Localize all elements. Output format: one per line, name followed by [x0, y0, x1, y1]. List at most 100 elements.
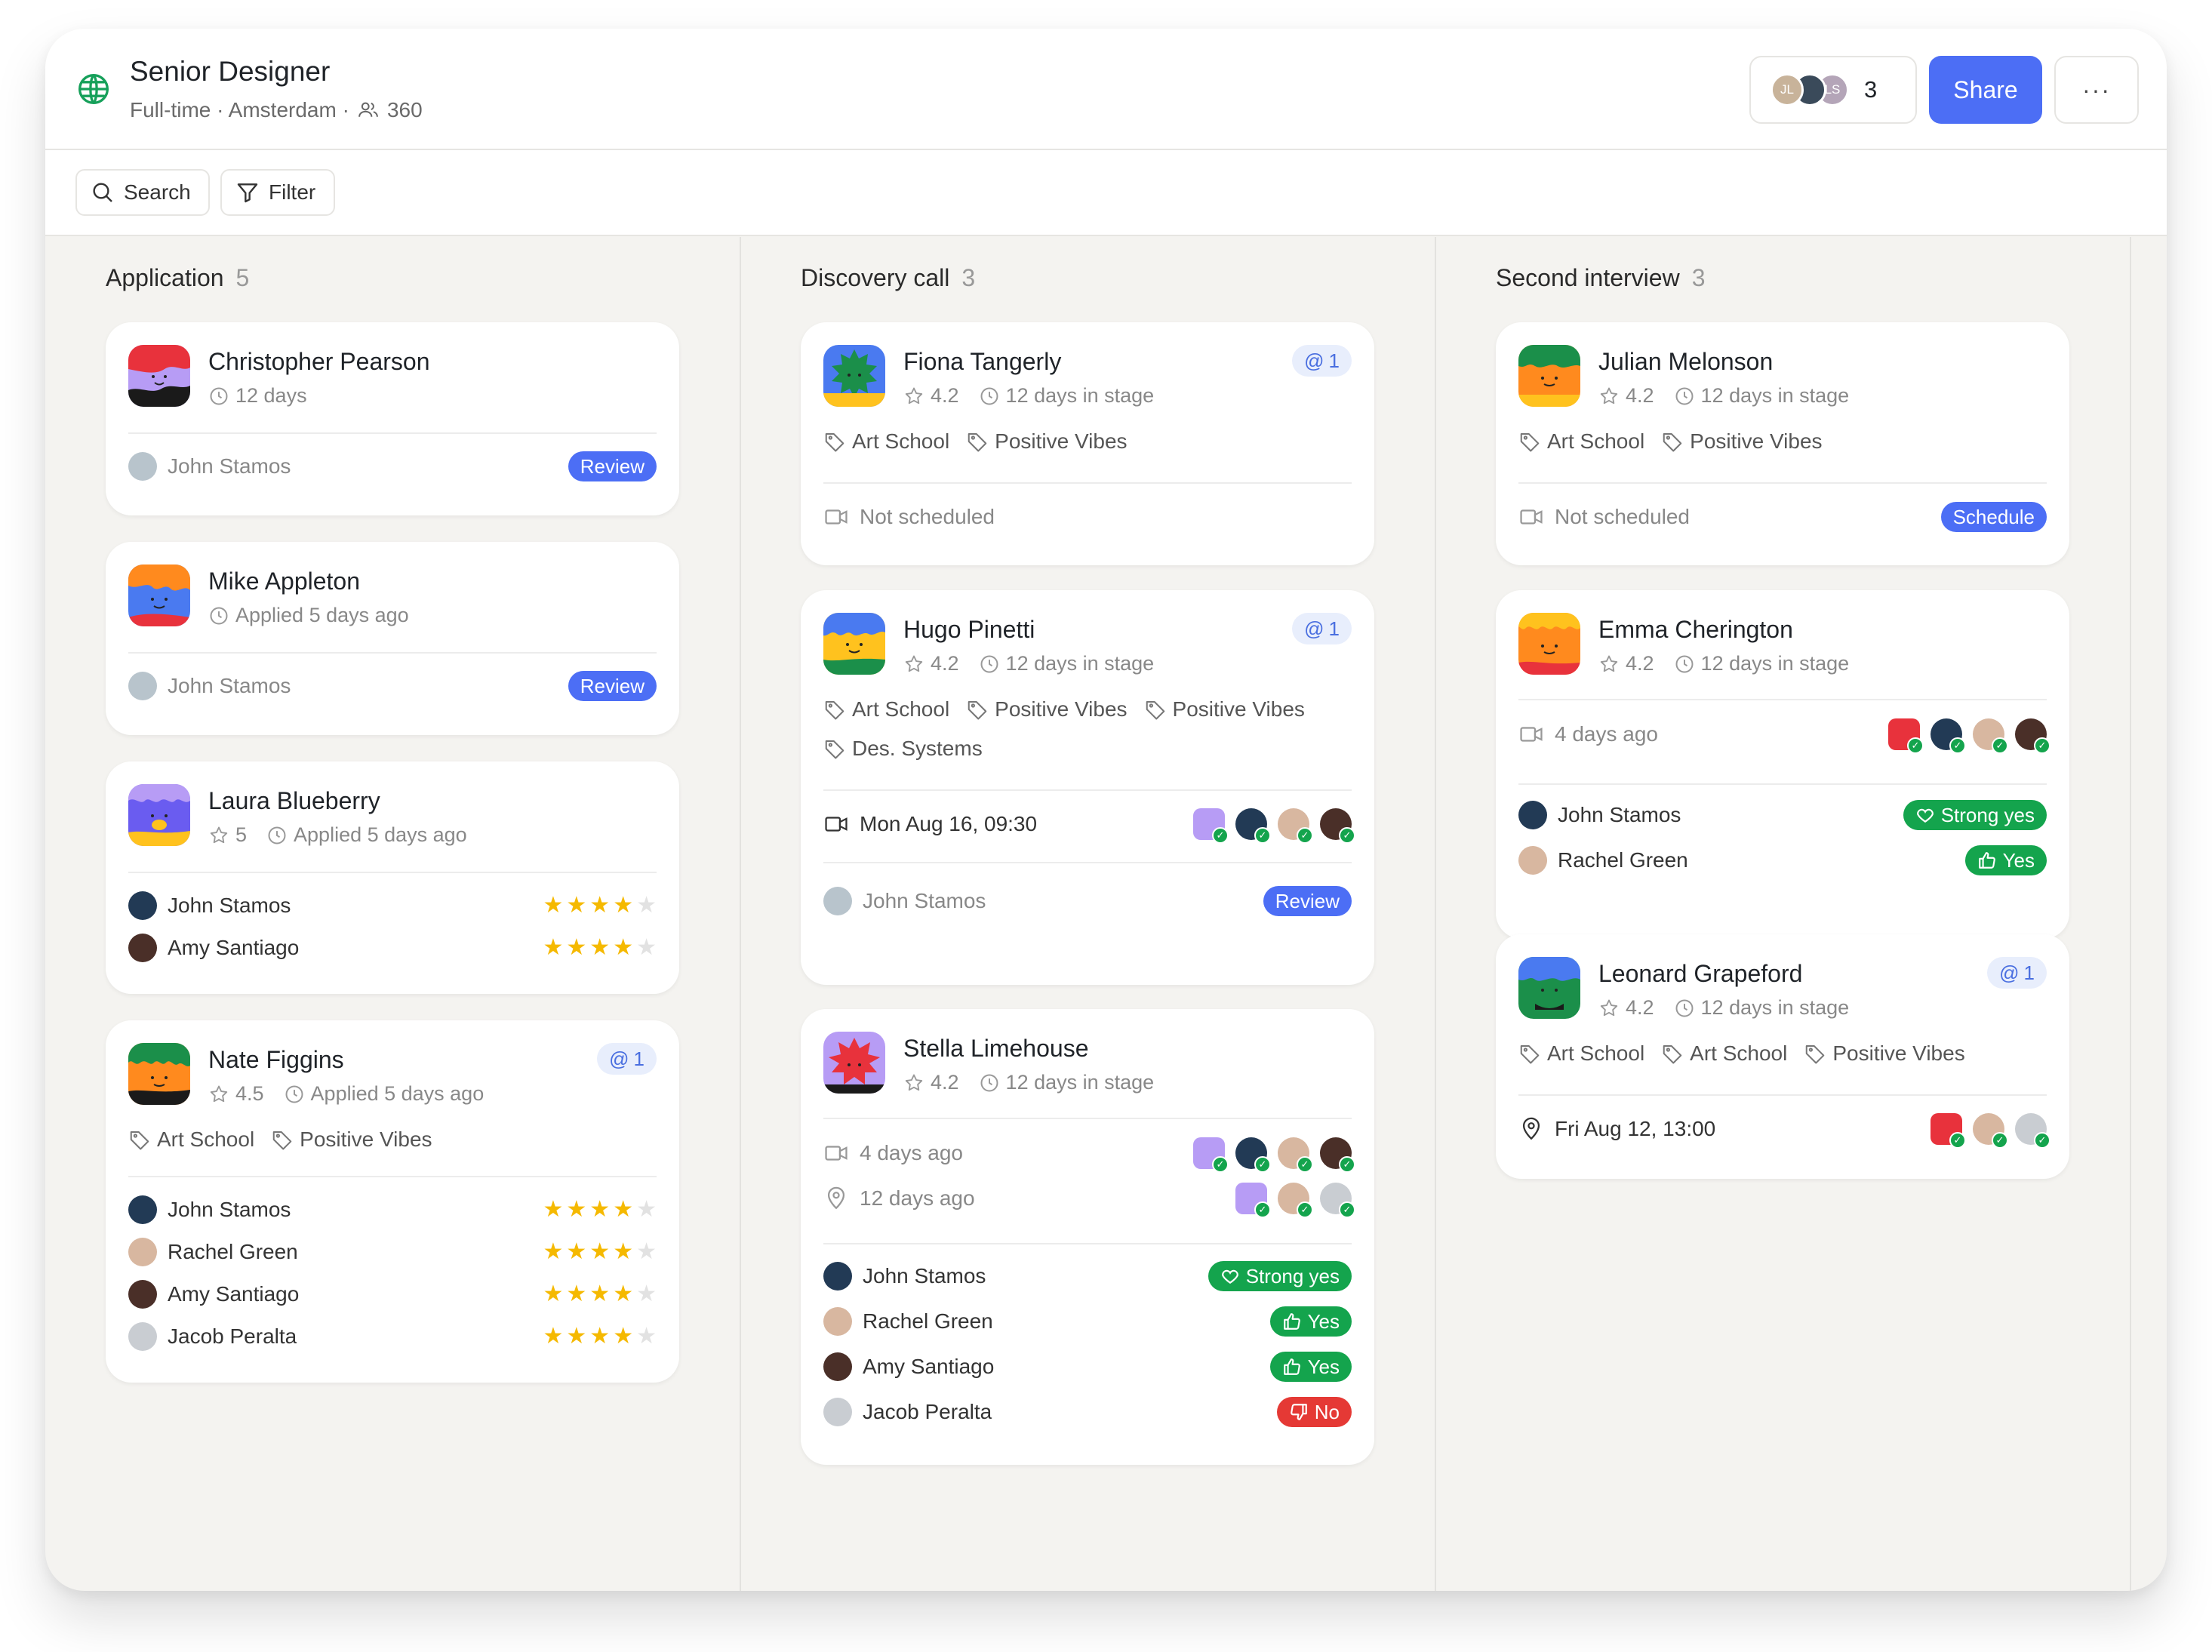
candidate-card[interactable]: Stella Limehouse 4.2 12 days in stage 4 d…	[801, 1009, 1374, 1465]
tag[interactable]: Art School	[1661, 1041, 1787, 1066]
rating: 5	[235, 823, 248, 846]
rating: 4.2	[931, 1071, 959, 1094]
candidate-card[interactable]: Leonard Grapeford @1 4.2 12 days in stage…	[1496, 934, 2069, 1179]
candidate-name[interactable]: Fiona Tangerly	[903, 348, 1061, 376]
candidate-card[interactable]: Christopher Pearson 12 days John Stamos …	[106, 322, 679, 515]
review-row: John Stamos ★ ★ ★ ★ ★	[128, 887, 657, 924]
yes-badge[interactable]: Yes	[1964, 845, 2047, 875]
candidate-name[interactable]: Leonard Grapeford	[1598, 960, 1802, 988]
no-badge[interactable]: No	[1276, 1397, 1352, 1427]
tag[interactable]: Positive Vibes	[271, 1127, 432, 1152]
candidate-card[interactable]: Emma Cherington 4.2 12 days in stage 4 da…	[1496, 590, 2069, 939]
attendee-avatar: ✓	[1931, 718, 1966, 754]
divider	[1518, 1094, 2047, 1096]
tag[interactable]: Art School	[823, 697, 949, 721]
rating: 4.2	[1626, 996, 1654, 1019]
star-empty-icon: ★	[636, 893, 657, 918]
candidate-card[interactable]: Laura Blueberry 5 Applied 5 days ago John…	[106, 761, 679, 994]
star-empty-icon: ★	[636, 1324, 657, 1349]
more-options-button[interactable]: ···	[2054, 56, 2139, 124]
mentions-badge[interactable]: @1	[597, 1043, 657, 1075]
event-row: 12 days ago ✓ ✓ ✓	[823, 1180, 1355, 1218]
check-icon: ✓	[1254, 1201, 1271, 1218]
event-row: 4 days ago ✓ ✓ ✓ ✓	[823, 1134, 1355, 1173]
avatar	[823, 1398, 852, 1426]
check-icon: ✓	[1254, 827, 1271, 844]
reviewer-name: John Stamos	[168, 454, 291, 478]
filter-button[interactable]: Filter	[220, 169, 335, 216]
strong-yes-badge[interactable]: Strong yes	[1903, 800, 2047, 830]
tag[interactable]: Des. Systems	[823, 737, 983, 761]
attendee-avatar: ✓	[1235, 1183, 1271, 1218]
star-empty-icon: ★	[636, 935, 657, 960]
candidate-card[interactable]: Hugo Pinetti @1 4.2 12 days in stage Art …	[801, 590, 1374, 985]
tag[interactable]: Positive Vibes	[966, 429, 1128, 454]
vote-row: Jacob Peralta No	[823, 1393, 1352, 1431]
filter-icon	[237, 183, 258, 203]
star-rating: ★ ★ ★ ★ ★	[543, 894, 657, 917]
candidate-card[interactable]: Nate Figgins @1 4.5 Applied 5 days ago Ar…	[106, 1020, 679, 1383]
mentions-badge[interactable]: @1	[1987, 957, 2047, 989]
tag[interactable]: Positive Vibes	[1144, 697, 1305, 721]
check-icon: ✓	[1949, 1132, 1966, 1149]
star-outline-icon	[210, 826, 228, 843]
tag[interactable]: Art School	[823, 429, 949, 454]
clock-icon	[210, 387, 228, 405]
candidate-name[interactable]: Christopher Pearson	[208, 348, 429, 376]
tag-icon	[825, 701, 844, 720]
review-row: Amy Santiago ★ ★ ★ ★ ★	[128, 1275, 657, 1313]
attendee-avatar: ✓	[1278, 1137, 1313, 1173]
candidate-card[interactable]: Julian Melonson 4.2 12 days in stage Art …	[1496, 322, 2069, 565]
share-button[interactable]: Share	[1929, 56, 2042, 124]
tag[interactable]: Art School	[128, 1127, 254, 1152]
divider	[823, 1118, 1352, 1119]
globe-icon	[78, 74, 109, 104]
reviewer-name: Jacob Peralta	[168, 1324, 297, 1348]
check-icon: ✓	[2034, 737, 2050, 754]
candidate-card[interactable]: Fiona Tangerly @1 4.2 12 days in stage Ar…	[801, 322, 1374, 565]
mentions-badge[interactable]: @1	[1292, 613, 1352, 644]
collaborator-count: 3	[1864, 76, 1878, 103]
review-button[interactable]: Review	[568, 671, 657, 701]
star-filled-icon: ★	[543, 1281, 564, 1306]
at-icon: @	[609, 1047, 629, 1070]
vote-row: Rachel Green Yes	[1518, 841, 2047, 879]
tag[interactable]: Art School	[1518, 1041, 1644, 1066]
tag-icon	[1520, 433, 1540, 452]
divider	[128, 432, 657, 434]
schedule-status: Not scheduled	[860, 505, 995, 528]
candidate-name[interactable]: Hugo Pinetti	[903, 616, 1035, 644]
review-button[interactable]: Review	[1263, 886, 1352, 916]
tag[interactable]: Positive Vibes	[1804, 1041, 1965, 1066]
candidate-name[interactable]: Emma Cherington	[1598, 616, 1793, 644]
candidate-name[interactable]: Julian Melonson	[1598, 348, 1773, 376]
search-button[interactable]: Search	[75, 169, 210, 216]
tag[interactable]: Positive Vibes	[1661, 429, 1823, 454]
candidate-name[interactable]: Nate Figgins	[208, 1046, 344, 1074]
tag[interactable]: Art School	[1518, 429, 1644, 454]
yes-badge[interactable]: Yes	[1269, 1306, 1352, 1337]
star-outline-icon	[905, 1074, 923, 1091]
review-button[interactable]: Review	[568, 451, 657, 481]
schedule-button[interactable]: Schedule	[1940, 502, 2047, 532]
thumbs-up-icon	[1283, 1313, 1300, 1330]
candidate-name[interactable]: Mike Appleton	[208, 568, 360, 595]
tag[interactable]: Positive Vibes	[966, 697, 1128, 721]
check-icon: ✓	[1212, 827, 1229, 844]
strong-yes-badge[interactable]: Strong yes	[1208, 1261, 1352, 1291]
star-filled-icon: ★	[589, 1281, 611, 1306]
star-outline-icon	[905, 387, 923, 404]
star-rating: ★ ★ ★ ★ ★	[543, 937, 657, 959]
yes-badge[interactable]: Yes	[1269, 1352, 1352, 1382]
star-filled-icon: ★	[589, 893, 611, 918]
mentions-badge[interactable]: @1	[1292, 345, 1352, 377]
check-icon: ✓	[1907, 737, 1924, 754]
candidate-meta: 4.2 12 days in stage	[1598, 384, 1849, 408]
at-icon: @	[1304, 617, 1324, 640]
vote-row: Rachel Green Yes	[823, 1303, 1352, 1340]
reviewer-name: John Stamos	[863, 1264, 986, 1287]
candidate-card[interactable]: Mike Appleton Applied 5 days ago John St…	[106, 542, 679, 735]
candidate-name[interactable]: Stella Limehouse	[903, 1035, 1088, 1063]
collaborators-button[interactable]: JL LS 3	[1749, 56, 1917, 124]
candidate-name[interactable]: Laura Blueberry	[208, 787, 380, 815]
